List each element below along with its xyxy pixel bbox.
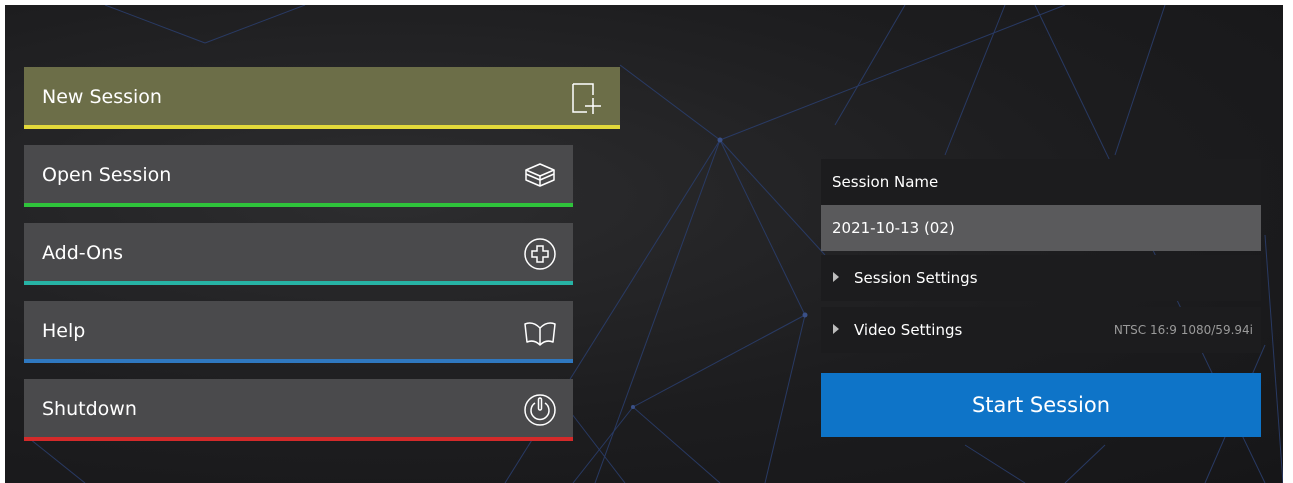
book-icon [524,322,556,346]
expand-caret-icon [833,324,839,334]
plus-circle-icon [524,238,556,270]
video-settings-label: Video Settings [854,321,963,339]
add-ons-label: Add-Ons [42,242,124,264]
session-name-field[interactable]: 2021-10-13 (02) [821,205,1261,251]
help-accent-bar [24,359,573,363]
shutdown-label: Shutdown [42,398,137,420]
new-session-icon [572,83,601,114]
start-session-button[interactable]: Start Session [821,373,1261,437]
new-session-label: New Session [42,86,162,108]
shutdown-button[interactable]: Shutdown [24,379,573,441]
open-session-accent-bar [24,203,573,207]
video-settings-row[interactable]: Video Settings NTSC 16:9 1080/59.94i [821,307,1261,353]
session-name-label: Session Name [832,173,939,191]
expand-caret-icon [833,272,839,282]
help-label: Help [42,320,86,342]
session-name-header: Session Name [821,159,1261,205]
shutdown-accent-bar [24,437,573,441]
add-ons-accent-bar [24,281,573,285]
open-session-label: Open Session [42,164,172,186]
open-box-icon [525,163,555,187]
new-session-button[interactable]: New Session [24,67,620,129]
session-name-value: 2021-10-13 (02) [832,219,955,237]
video-format-value: NTSC 16:9 1080/59.94i [1113,323,1253,337]
power-icon [524,394,556,426]
session-settings-row[interactable]: Session Settings [821,255,1261,301]
open-session-button[interactable]: Open Session [24,145,573,207]
help-button[interactable]: Help [24,301,573,363]
session-settings-label: Session Settings [854,269,978,287]
add-ons-button[interactable]: Add-Ons [24,223,573,285]
new-session-accent-bar [24,125,620,129]
main-window: New Session Open Session Add-Ons Help Sh… [5,5,1283,483]
